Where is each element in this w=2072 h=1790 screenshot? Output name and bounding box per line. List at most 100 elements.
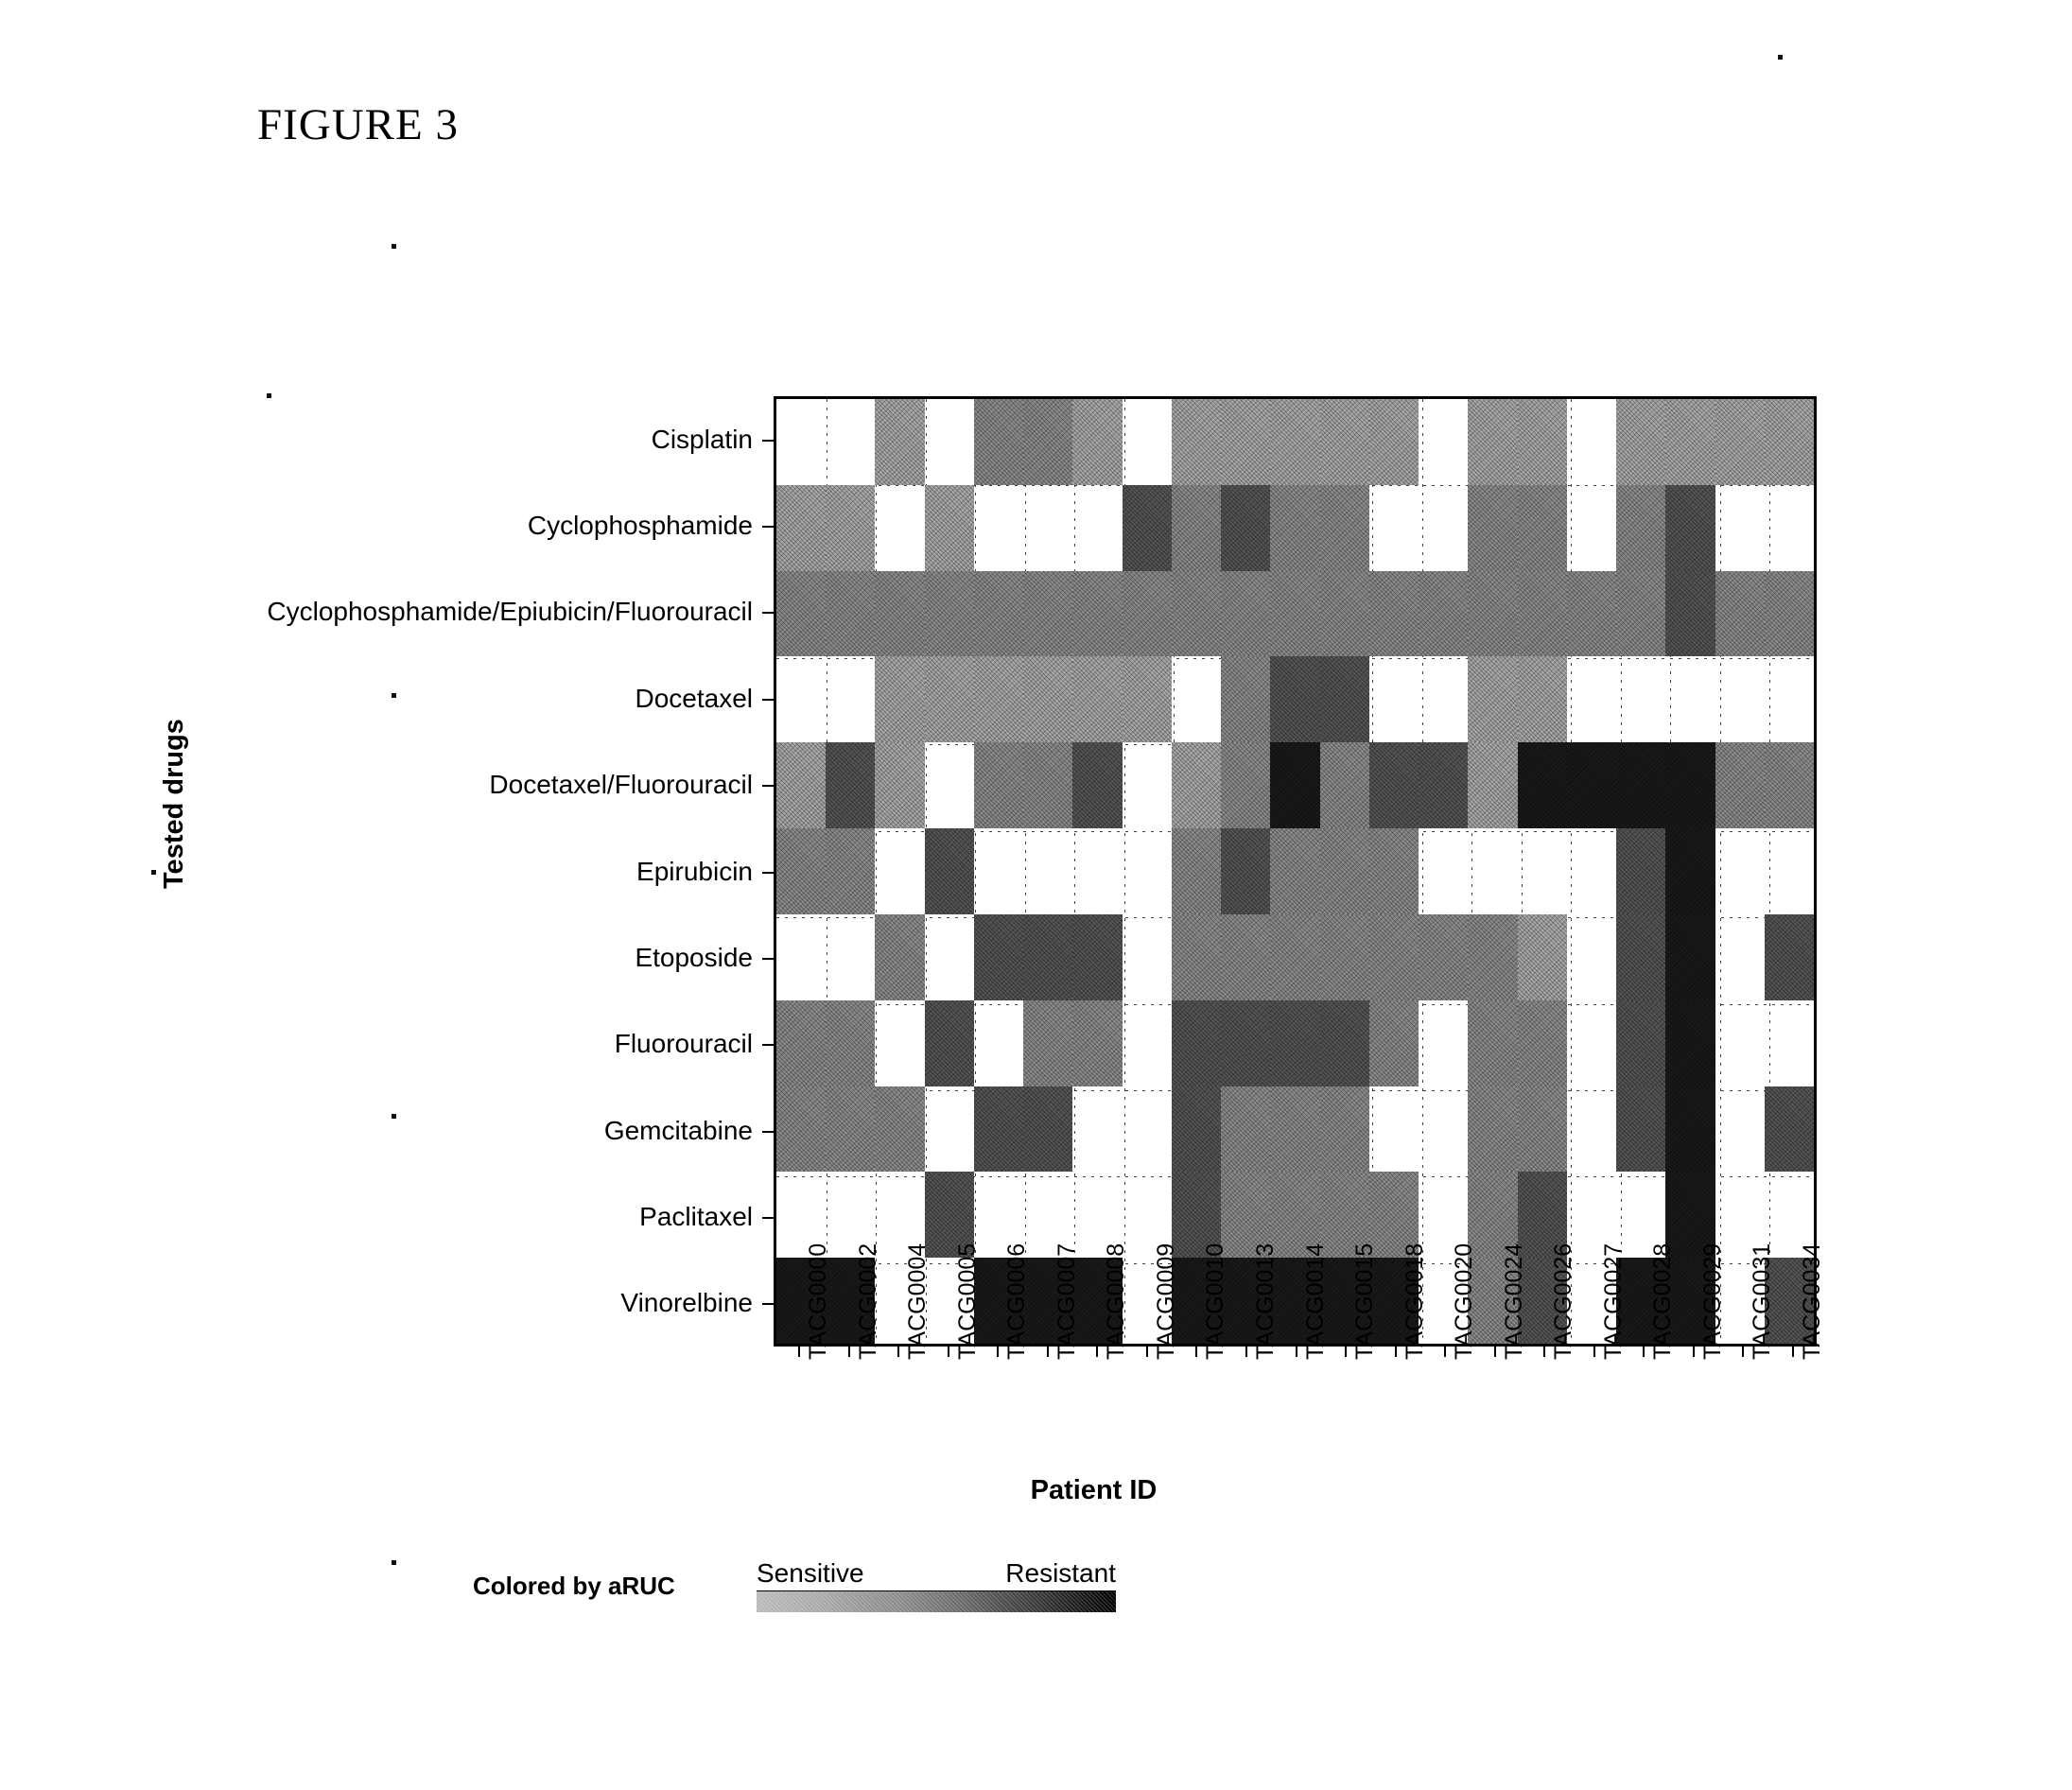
- heatmap-cell: [1665, 828, 1715, 914]
- heatmap-cell: [826, 742, 876, 829]
- x-axis-label: TACG0015: [1351, 1243, 1379, 1360]
- heatmap-cell: [1567, 828, 1616, 914]
- y-axis-tick: [762, 612, 774, 615]
- heatmap-cell: [1517, 484, 1567, 571]
- x-axis-tick: [1742, 1347, 1745, 1357]
- heatmap-cell: [1122, 484, 1172, 571]
- heatmap-cell: [1023, 742, 1073, 829]
- x-axis-title-text: Patient ID: [1030, 1475, 1158, 1505]
- x-axis-label: TACG0006: [1003, 1243, 1031, 1360]
- x-axis-tick: [1345, 1347, 1348, 1357]
- heatmap-cell: [1123, 828, 1172, 914]
- x-axis-label: TACG0014: [1301, 1243, 1329, 1360]
- y-axis-label: Paclitaxel: [639, 1201, 753, 1231]
- x-axis-label: TACG0000: [805, 1243, 832, 1360]
- heatmap-cell: [924, 570, 974, 657]
- heatmap-cell: [924, 484, 974, 571]
- heatmap-cell: [1072, 570, 1123, 657]
- heatmap-cell: [1221, 999, 1271, 1086]
- heatmap-cell: [1221, 484, 1271, 571]
- x-axis-label: TACG0024: [1500, 1243, 1527, 1360]
- heatmap-cell: [1172, 656, 1221, 742]
- y-axis-tick: [762, 1130, 774, 1133]
- heatmap-cell: [1319, 913, 1369, 1000]
- heatmap-cell: [1468, 399, 1518, 485]
- heatmap-cell: [1715, 1000, 1765, 1086]
- heatmap-grid: [776, 399, 1814, 1344]
- heatmap-cell: [924, 828, 974, 914]
- heatmap-cell: [1319, 1086, 1369, 1173]
- x-axis-tick: [1444, 1347, 1447, 1357]
- heatmap-cell: [1270, 399, 1320, 485]
- figure-title: FIGURE 3: [257, 100, 459, 149]
- heatmap-cell: [1023, 828, 1072, 914]
- heatmap-cell: [826, 656, 875, 742]
- heatmap-cell: [925, 1086, 974, 1173]
- heatmap-cell: [1270, 999, 1320, 1086]
- heatmap-cell: [1270, 828, 1320, 914]
- scan-speckle: [151, 870, 156, 875]
- x-axis-tick: [1145, 1347, 1148, 1357]
- heatmap-cell: [1368, 399, 1419, 485]
- heatmap-cell: [1567, 1000, 1616, 1086]
- heatmap-cell: [1072, 1086, 1122, 1173]
- heatmap-cell: [1616, 999, 1666, 1086]
- heatmap-cell: [1368, 742, 1419, 829]
- y-axis-title: Tested drugs: [159, 719, 189, 889]
- heatmap-cell: [776, 570, 827, 657]
- legend: Sensitive Resistant: [757, 1558, 1116, 1612]
- x-axis-label: TACG0031: [1749, 1243, 1776, 1360]
- heatmap-cell: [925, 742, 974, 828]
- heatmap-cell: [1270, 913, 1320, 1000]
- heatmap-cell: [973, 913, 1024, 1000]
- heatmap-cell: [925, 914, 974, 1000]
- y-axis-tick: [762, 1216, 774, 1219]
- heatmap-cell: [1468, 656, 1518, 743]
- x-axis-label: TACG0007: [1053, 1243, 1080, 1360]
- heatmap-cell: [1122, 656, 1172, 743]
- heatmap-cell: [1072, 999, 1123, 1086]
- heatmap-cell: [1616, 1086, 1666, 1173]
- scan-speckle: [392, 244, 396, 249]
- heatmap-cell: [1665, 1086, 1715, 1173]
- heatmap-cell: [1319, 828, 1369, 914]
- heatmap-cell: [1122, 570, 1172, 657]
- x-axis-label: TACG0009: [1152, 1243, 1179, 1360]
- x-axis-tick: [847, 1347, 850, 1357]
- heatmap-cell: [1419, 656, 1468, 742]
- heatmap-cell: [1468, 999, 1518, 1086]
- heatmap-cell: [776, 828, 827, 914]
- heatmap-cell: [1518, 828, 1567, 914]
- heatmap-cell: [1419, 570, 1469, 657]
- heatmap-cell: [1270, 656, 1320, 743]
- heatmap-cell: [1023, 485, 1072, 571]
- x-axis-tick: [997, 1347, 1000, 1357]
- heatmap-cell: [1419, 1000, 1468, 1086]
- heatmap-cell: [1468, 742, 1518, 829]
- heatmap-cell: [925, 399, 974, 485]
- heatmap-cell: [776, 914, 826, 1000]
- heatmap-cell: [1665, 999, 1715, 1086]
- x-axis-tick: [1543, 1347, 1546, 1357]
- heatmap-cell: [1270, 1086, 1320, 1173]
- x-axis-tick: [1643, 1347, 1645, 1357]
- heatmap-cell: [1221, 913, 1271, 1000]
- x-axis-tick: [1791, 1347, 1794, 1357]
- heatmap-cell: [1764, 1086, 1814, 1173]
- heatmap-cell: [1270, 742, 1320, 829]
- x-axis-label: TACG0020: [1451, 1243, 1478, 1360]
- heatmap-cell: [1023, 570, 1073, 657]
- heatmap-cell: [1517, 742, 1567, 829]
- heatmap-cell: [1764, 913, 1814, 1000]
- heatmap-cell: [1665, 656, 1715, 742]
- heatmap-cell: [1566, 742, 1617, 829]
- x-axis-label: TACG0029: [1698, 1243, 1726, 1360]
- heatmap-cell: [875, 656, 925, 743]
- heatmap-cell: [973, 399, 1024, 485]
- heatmap-cell: [1764, 399, 1814, 485]
- heatmap-cell: [1765, 1000, 1814, 1086]
- heatmap-cell: [1072, 742, 1123, 829]
- heatmap-cell: [1715, 570, 1765, 657]
- heatmap-cell: [826, 399, 875, 485]
- heatmap-cell: [1715, 485, 1765, 571]
